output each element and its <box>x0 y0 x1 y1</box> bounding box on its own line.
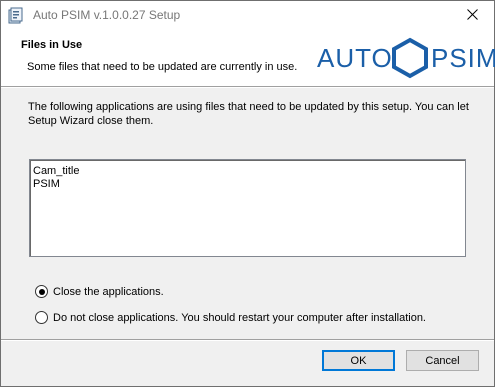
list-item[interactable]: Cam_title <box>33 165 79 177</box>
option-close-applications[interactable]: Close the applications. <box>35 285 164 298</box>
logo-word-right: PSIM <box>431 43 495 73</box>
option-noclose-label: Do not close applications. You should re… <box>53 311 426 324</box>
title-bar[interactable]: Auto PSIM v.1.0.0.27 Setup <box>1 1 494 31</box>
ok-button[interactable]: OK <box>322 350 395 371</box>
setup-window: Auto PSIM v.1.0.0.27 Setup Files in Use … <box>0 0 495 387</box>
cancel-button[interactable]: Cancel <box>406 350 479 371</box>
list-item[interactable]: PSIM <box>33 178 60 190</box>
header-divider-highlight <box>1 87 494 88</box>
footer-divider-highlight <box>1 340 494 341</box>
radio-close-applications[interactable] <box>35 285 48 298</box>
window-title: Auto PSIM v.1.0.0.27 Setup <box>33 8 181 22</box>
info-message: The following applications are using fil… <box>28 101 469 127</box>
close-icon <box>466 9 478 23</box>
page-title: Files in Use <box>21 39 83 51</box>
radio-do-not-close[interactable] <box>35 311 48 324</box>
option-close-label: Close the applications. <box>53 285 164 298</box>
logo-word-left: AUTO <box>317 43 393 73</box>
page-description: Some files that need to be updated are c… <box>27 61 298 73</box>
applications-list[interactable]: Cam_title PSIM <box>29 159 466 257</box>
close-button[interactable] <box>450 1 494 31</box>
auto-psim-logo: AUTO PSIM <box>317 35 495 81</box>
hexagon-icon <box>392 37 428 79</box>
option-do-not-close[interactable]: Do not close applications. You should re… <box>35 311 426 324</box>
installer-icon <box>8 7 25 24</box>
dialog-header: Files in Use Some files that need to be … <box>1 31 495 86</box>
